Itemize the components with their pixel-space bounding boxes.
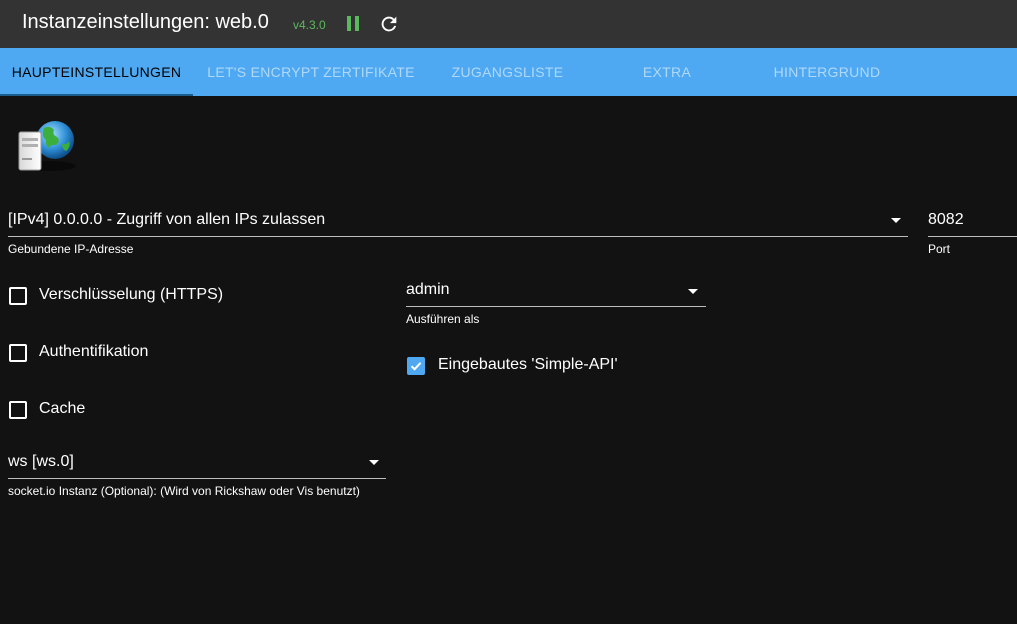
- port-value: 8082: [928, 211, 964, 228]
- socket-io-value: ws [ws.0]: [8, 453, 74, 470]
- run-as-dropdown-icon[interactable]: [688, 289, 698, 294]
- run-as-value: admin: [406, 281, 450, 298]
- tab-letsencrypt[interactable]: LET'S ENCRYPT ZERTIFIKATE: [193, 48, 429, 96]
- version-label: v4.3.0: [293, 18, 326, 32]
- cache-checkbox[interactable]: [9, 401, 27, 419]
- title-bar: Instanzeinstellungen: web.0 v4.3.0: [0, 0, 1017, 48]
- page-title: Instanzeinstellungen: web.0: [22, 11, 269, 33]
- bind-ip-underline: [8, 236, 908, 237]
- https-checkbox[interactable]: [9, 287, 27, 305]
- run-as-select[interactable]: [406, 276, 706, 306]
- auth-checkbox[interactable]: [9, 344, 27, 362]
- bind-ip-value: [IPv4] 0.0.0.0 - Zugriff von allen IPs z…: [8, 211, 326, 228]
- active-tab-indicator: [0, 94, 193, 96]
- tab-main-settings[interactable]: HAUPTEINSTELLUNGEN: [0, 48, 193, 96]
- tab-bar: HAUPTEINSTELLUNGEN LET'S ENCRYPT ZERTIFI…: [0, 48, 1017, 96]
- auth-label: Authentifikation: [39, 343, 149, 360]
- instance-settings-page: Instanzeinstellungen: web.0 v4.3.0 HAUPT…: [0, 0, 1017, 624]
- socket-io-label: socket.io Instanz (Optional): (Wird von …: [8, 484, 360, 498]
- simple-api-checkbox[interactable]: [407, 357, 425, 375]
- bind-ip-label: Gebundene IP-Adresse: [8, 242, 134, 256]
- run-as-label: Ausführen als: [406, 312, 480, 326]
- cache-label: Cache: [39, 400, 86, 417]
- tab-access-list[interactable]: ZUGANGSLISTE: [429, 48, 586, 96]
- pause-button[interactable]: [344, 14, 364, 34]
- tab-background[interactable]: HINTERGRUND: [748, 48, 906, 96]
- simple-api-label: Eingebautes 'Simple-API': [438, 356, 618, 373]
- check-icon: [410, 362, 422, 371]
- web-server-globe-icon: [14, 118, 80, 174]
- pause-icon: [347, 16, 359, 31]
- port-label: Port: [928, 242, 951, 256]
- socket-io-underline: [8, 478, 386, 479]
- port-underline: [928, 236, 1017, 237]
- reload-icon: [381, 16, 397, 32]
- run-as-underline: [406, 306, 706, 307]
- socket-io-dropdown-icon[interactable]: [369, 460, 379, 465]
- https-label: Verschlüsselung (HTTPS): [39, 286, 224, 303]
- reload-button[interactable]: [378, 13, 400, 35]
- bind-ip-dropdown-icon[interactable]: [891, 218, 901, 223]
- tab-extra[interactable]: EXTRA: [586, 48, 748, 96]
